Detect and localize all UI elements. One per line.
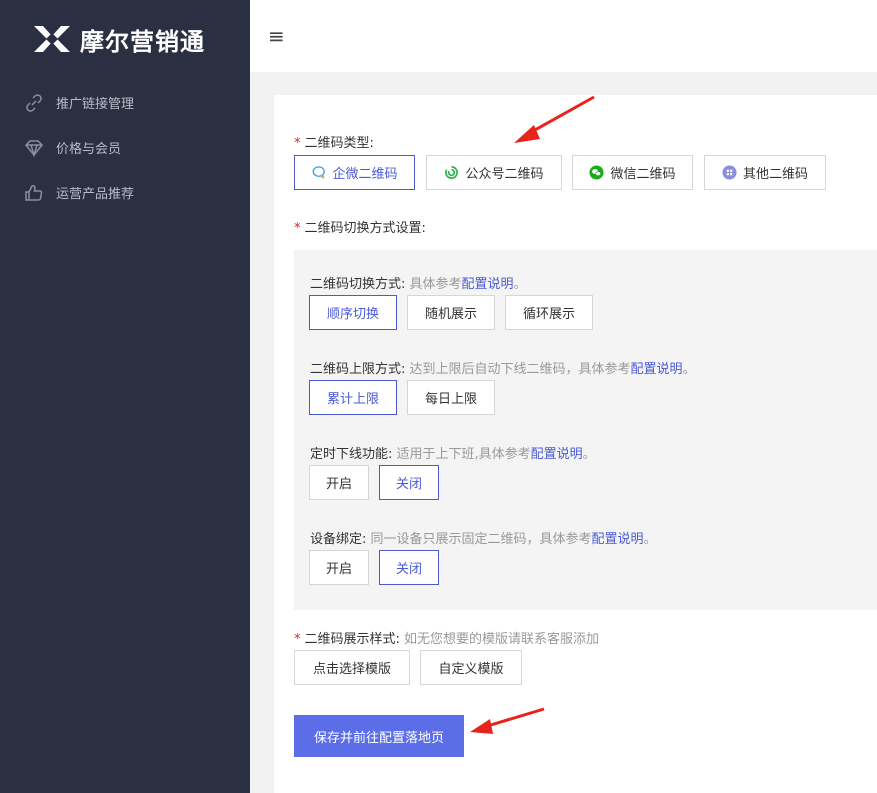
official-account-icon [445, 166, 459, 179]
annotation-arrow-icon [514, 95, 595, 143]
limit-mode-label: 二维码上限方式: 达到上限后自动下线二维码，具体参考配置说明。 [310, 362, 696, 377]
qr-type-other-button[interactable]: 其他二维码 [704, 155, 826, 190]
device-bind-on-button[interactable]: 开启 [309, 550, 369, 585]
device-bind-off-button[interactable]: 关闭 [379, 550, 439, 585]
limit-mode-daily-button[interactable]: 每日上限 [407, 380, 495, 415]
qr-type-label: * 二维码类型: [294, 136, 374, 151]
thumbs-up-icon [25, 184, 43, 201]
qr-type-wecom-button[interactable]: 企微二维码 [294, 155, 415, 190]
switch-mode-random-button[interactable]: 随机展示 [407, 295, 495, 330]
annotation-arrow-icon [470, 707, 545, 734]
logo[interactable]: 摩尔营销通 [0, 0, 250, 78]
sidebar-item-pricing[interactable]: 价格与会员 [0, 125, 250, 170]
sidebar-item-label: 运营产品推荐 [56, 187, 135, 202]
qr-type-wechat-button[interactable]: 微信二维码 [572, 155, 693, 190]
other-qr-icon [722, 165, 737, 180]
timed-offline-label: 定时下线功能: 适用于上下班,具体参考配置说明。 [310, 447, 596, 462]
qr-type-official-account-button[interactable]: 公众号二维码 [426, 155, 562, 190]
sidebar-item-promo-links[interactable]: 推广链接管理 [0, 80, 250, 125]
config-guide-link[interactable]: 配置说明 [462, 277, 514, 292]
timed-offline-off-button[interactable]: 关闭 [379, 465, 439, 500]
config-guide-link[interactable]: 配置说明 [631, 362, 683, 377]
switch-mode-label: 二维码切换方式: 具体参考配置说明。 [310, 277, 527, 292]
select-template-button[interactable]: 点击选择模版 [294, 650, 410, 685]
sidebar-item-recommend[interactable]: 运营产品推荐 [0, 170, 250, 215]
device-bind-label: 设备绑定: 同一设备只展示固定二维码，具体参考配置说明。 [310, 532, 657, 547]
sidebar-item-label: 价格与会员 [56, 142, 122, 157]
display-style-label: * 二维码展示样式: 如无您想要的模版请联系客服添加 [294, 632, 600, 647]
limit-mode-cumulative-button[interactable]: 累计上限 [309, 380, 397, 415]
diamond-icon [24, 139, 44, 158]
save-and-configure-landing-button[interactable]: 保存并前往配置落地页 [294, 715, 464, 757]
switch-mode-loop-button[interactable]: 循环展示 [505, 295, 593, 330]
top-bar: ≡ [250, 0, 877, 72]
menu-toggle-icon[interactable]: ≡ [268, 24, 285, 48]
sidebar-item-label: 推广链接管理 [56, 97, 135, 112]
custom-template-button[interactable]: 自定义模版 [420, 650, 522, 685]
sidebar: 摩尔营销通 推广链接管理 价格与会员 运营产品推荐 [0, 0, 250, 793]
switch-mode-sequential-button[interactable]: 顺序切换 [309, 295, 397, 330]
wecom-icon [313, 166, 326, 179]
config-guide-link[interactable]: 配置说明 [592, 532, 644, 547]
timed-offline-on-button[interactable]: 开启 [309, 465, 369, 500]
logo-mark-icon [34, 26, 70, 52]
link-icon [26, 93, 42, 112]
switch-settings-label: * 二维码切换方式设置: [294, 221, 426, 236]
logo-text: 摩尔营销通 [80, 27, 205, 56]
config-guide-link[interactable]: 配置说明 [531, 447, 583, 462]
wechat-icon [589, 165, 605, 180]
